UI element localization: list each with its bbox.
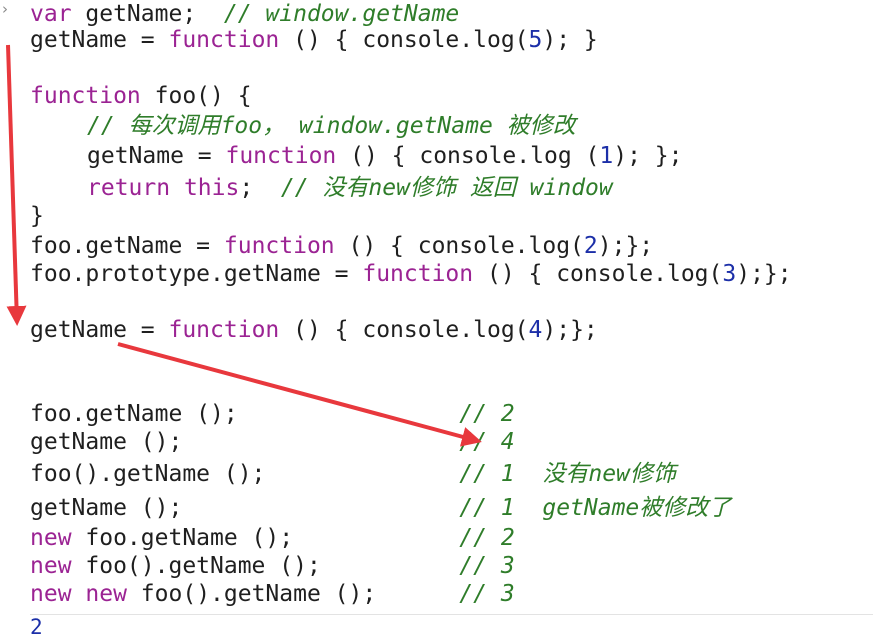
annotation-arrow-diagonal bbox=[117, 342, 482, 447]
annotation-arrow-vertical bbox=[6, 44, 27, 326]
annotation-arrows bbox=[6, 44, 482, 447]
